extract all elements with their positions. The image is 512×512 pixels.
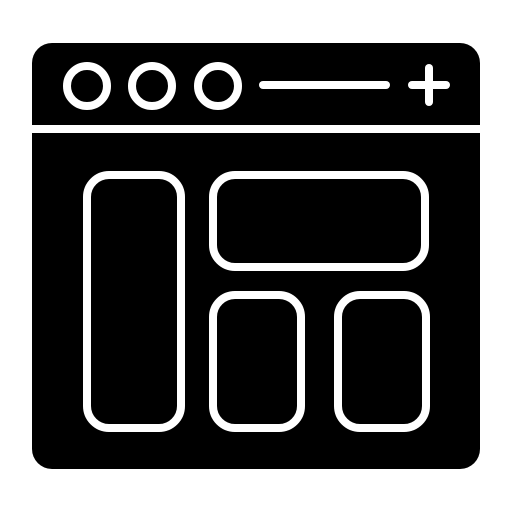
browser-dashboard-layout-icon <box>32 43 480 469</box>
icon-canvas <box>0 0 512 512</box>
browser-window-frame <box>32 43 480 469</box>
